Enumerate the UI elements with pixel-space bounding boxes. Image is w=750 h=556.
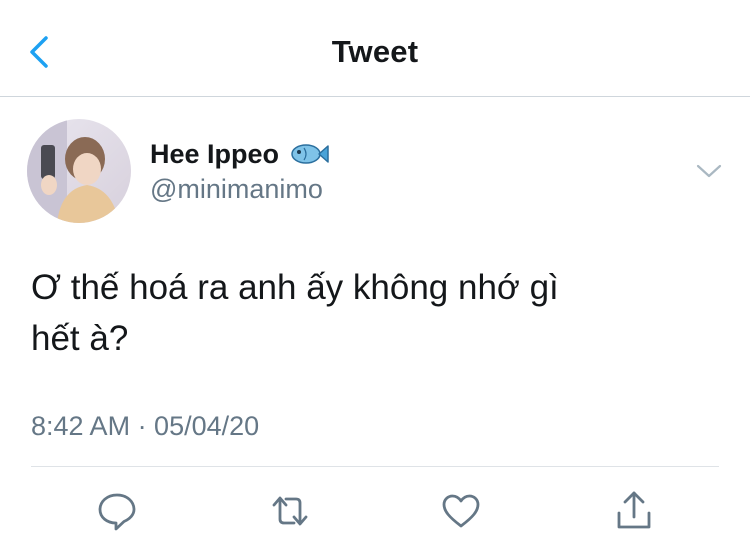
top-bar: Tweet <box>0 0 750 97</box>
tweet-timestamp: 8:42 AM · 05/04/20 <box>31 411 260 441</box>
avatar[interactable] <box>27 119 131 223</box>
display-name[interactable]: Hee Ippeo <box>150 138 329 170</box>
reply-button[interactable] <box>93 489 141 533</box>
chevron-down-icon <box>696 164 722 178</box>
fish-icon <box>289 138 329 170</box>
tweet-options-button[interactable] <box>693 158 725 184</box>
like-button[interactable] <box>437 489 485 533</box>
page-title: Tweet <box>331 34 419 69</box>
heart-icon <box>442 494 480 528</box>
retweet-button[interactable] <box>266 489 314 533</box>
tweet-text-line: hết à? <box>31 319 129 358</box>
share-button[interactable] <box>610 489 658 533</box>
display-name-text: Hee Ippeo <box>150 138 280 169</box>
comment-icon <box>98 493 136 531</box>
tweet-text: Ơ thế hoá ra anh ấy không nhớ gì hết à? <box>31 262 671 364</box>
divider <box>31 466 719 467</box>
tweet-text-line: Ơ thế hoá ra anh ấy không nhớ gì <box>31 268 559 307</box>
retweet-icon <box>272 496 308 526</box>
share-icon <box>617 491 651 529</box>
user-handle[interactable]: @minimanimo <box>150 174 323 205</box>
